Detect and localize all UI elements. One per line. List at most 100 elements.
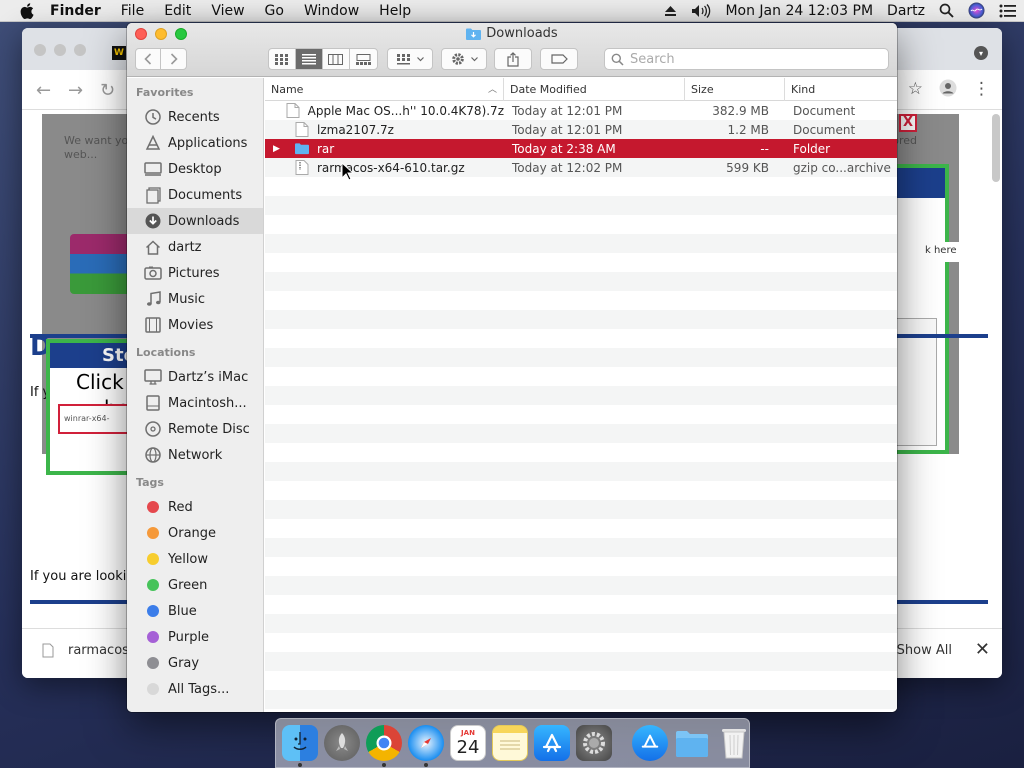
launchpad-dock-icon[interactable] xyxy=(324,725,360,761)
back-button[interactable] xyxy=(136,49,162,69)
sidebar-tag-yellow[interactable]: Yellow xyxy=(127,546,263,572)
edit-tags-button[interactable] xyxy=(540,48,578,70)
sidebar-item-music[interactable]: Music xyxy=(127,286,263,312)
sidebar-tag-green[interactable]: Green xyxy=(127,572,263,598)
icon-view-button[interactable] xyxy=(269,49,296,69)
column-header-size[interactable]: Size xyxy=(685,78,785,101)
menu-file[interactable]: File xyxy=(111,3,154,19)
empty-row xyxy=(265,443,897,462)
sidebar-tag-red[interactable]: Red xyxy=(127,494,263,520)
sidebar-tag-purple[interactable]: Purple xyxy=(127,624,263,650)
sidebar-item-label: dartz xyxy=(168,239,202,255)
control-center-icon[interactable] xyxy=(999,4,1017,18)
file-row-selected[interactable]: ▶ rar Today at 2:38 AM -- Folder xyxy=(265,139,897,158)
sidebar-item-remote-disc[interactable]: Remote Disc xyxy=(127,416,263,442)
ad-close-button[interactable]: X xyxy=(899,114,917,132)
calendar-dock-icon[interactable]: JAN 24 xyxy=(450,725,486,761)
file-row[interactable]: rarmacos-x64-610.tar.gz Today at 12:02 P… xyxy=(265,158,897,177)
download-link-box[interactable]: winrar-x64- xyxy=(58,404,138,434)
finder-dock-icon[interactable] xyxy=(282,725,318,767)
empty-row xyxy=(265,367,897,386)
sidebar-tag-blue[interactable]: Blue xyxy=(127,598,263,624)
desktop-icon xyxy=(144,160,162,178)
action-menu-button[interactable] xyxy=(441,48,487,70)
system-preferences-dock-icon[interactable] xyxy=(576,725,612,761)
downloads-icon xyxy=(144,212,162,230)
page-vertical-scrollbar[interactable] xyxy=(992,114,1000,182)
sidebar-item-documents[interactable]: Documents xyxy=(127,182,263,208)
click-here-text[interactable]: k here xyxy=(922,242,982,262)
volume-icon[interactable] xyxy=(691,3,711,18)
icon-grid-icon xyxy=(275,53,289,65)
sidebar-item-label: Macintosh... xyxy=(168,395,247,411)
column-header-name[interactable]: Name ︿ xyxy=(265,78,504,101)
chrome-dock-icon[interactable] xyxy=(366,725,402,767)
sidebar-item-home[interactable]: dartz xyxy=(127,234,263,260)
show-all-button[interactable]: Show All xyxy=(897,643,952,658)
forward-button[interactable] xyxy=(161,49,186,69)
app-store-folder-dock-icon[interactable] xyxy=(632,725,668,761)
empty-row xyxy=(265,253,897,272)
file-row[interactable]: Apple Mac OS...h'' 10.0.4K78).7z Today a… xyxy=(265,101,897,120)
menu-go[interactable]: Go xyxy=(255,3,294,19)
sort-ascending-icon: ︿ xyxy=(487,85,497,95)
browser-menu-icon[interactable]: ⋮ xyxy=(973,79,990,102)
safari-dock-icon[interactable] xyxy=(408,725,444,767)
menu-bar: Finder File Edit View Go Window Help Mon… xyxy=(0,0,1024,22)
disclosure-triangle-icon[interactable]: ▶ xyxy=(273,144,287,154)
browser-forward-icon[interactable]: → xyxy=(68,80,83,101)
chevron-right-icon xyxy=(170,53,178,65)
app-store-dock-icon[interactable] xyxy=(534,725,570,761)
menu-window[interactable]: Window xyxy=(294,3,369,19)
file-size: 1.2 MB xyxy=(727,122,769,137)
sidebar-item-pictures[interactable]: Pictures xyxy=(127,260,263,286)
list-view-button[interactable] xyxy=(295,49,324,69)
columns-icon xyxy=(328,53,344,65)
empty-row xyxy=(265,500,897,519)
sidebar-item-recents[interactable]: Recents xyxy=(127,104,263,130)
download-item[interactable]: rarmacos xyxy=(42,643,129,658)
search-input[interactable] xyxy=(630,51,870,67)
spotlight-search-icon[interactable] xyxy=(939,3,954,18)
sidebar-item-applications[interactable]: Applications xyxy=(127,130,263,156)
search-field[interactable] xyxy=(604,48,889,70)
sidebar-item-desktop[interactable]: Desktop xyxy=(127,156,263,182)
gallery-view-button[interactable] xyxy=(350,49,377,69)
group-by-button[interactable] xyxy=(387,48,433,70)
menu-finder[interactable]: Finder xyxy=(38,3,111,19)
column-header-date[interactable]: Date Modified xyxy=(504,78,685,101)
sidebar-tag-all[interactable]: All Tags... xyxy=(127,676,263,702)
browser-profile-icon[interactable]: ▾ xyxy=(974,46,988,60)
notes-dock-icon[interactable] xyxy=(492,725,528,761)
sidebar-item-label: Pictures xyxy=(168,265,220,281)
menu-view[interactable]: View xyxy=(201,3,254,19)
sidebar-tag-orange[interactable]: Orange xyxy=(127,520,263,546)
bookmark-star-icon[interactable]: ☆ xyxy=(908,79,923,102)
siri-icon[interactable] xyxy=(968,2,985,19)
user-name[interactable]: Dartz xyxy=(887,3,925,19)
empty-row xyxy=(265,481,897,500)
file-kind: Folder xyxy=(793,141,831,156)
profile-avatar-icon[interactable] xyxy=(939,79,957,102)
trash-dock-icon[interactable] xyxy=(716,725,752,761)
empty-row xyxy=(265,671,897,690)
browser-reload-icon[interactable]: ↻ xyxy=(100,80,115,101)
sidebar-item-macintosh-hd[interactable]: Macintosh... xyxy=(127,390,263,416)
sidebar-item-movies[interactable]: Movies xyxy=(127,312,263,338)
sidebar-item-network[interactable]: Network xyxy=(127,442,263,468)
menu-edit[interactable]: Edit xyxy=(154,3,201,19)
share-button[interactable] xyxy=(494,48,532,70)
sidebar-item-imac[interactable]: Dartz’s iMac xyxy=(127,364,263,390)
sidebar-tag-gray[interactable]: Gray xyxy=(127,650,263,676)
sidebar-item-downloads[interactable]: Downloads xyxy=(127,208,263,234)
file-row[interactable]: lzma2107.7z Today at 12:01 PM 1.2 MB Doc… xyxy=(265,120,897,139)
menu-help[interactable]: Help xyxy=(369,3,421,19)
browser-back-icon[interactable]: ← xyxy=(36,80,51,101)
apple-menu-icon[interactable] xyxy=(16,0,38,22)
column-view-button[interactable] xyxy=(323,49,350,69)
eject-icon[interactable] xyxy=(664,5,677,17)
column-header-kind[interactable]: Kind xyxy=(785,78,897,101)
clock-text[interactable]: Mon Jan 24 12:03 PM xyxy=(725,3,873,19)
downloads-stack-dock-icon[interactable] xyxy=(674,725,710,761)
download-bar-close-icon[interactable]: ✕ xyxy=(975,639,990,660)
